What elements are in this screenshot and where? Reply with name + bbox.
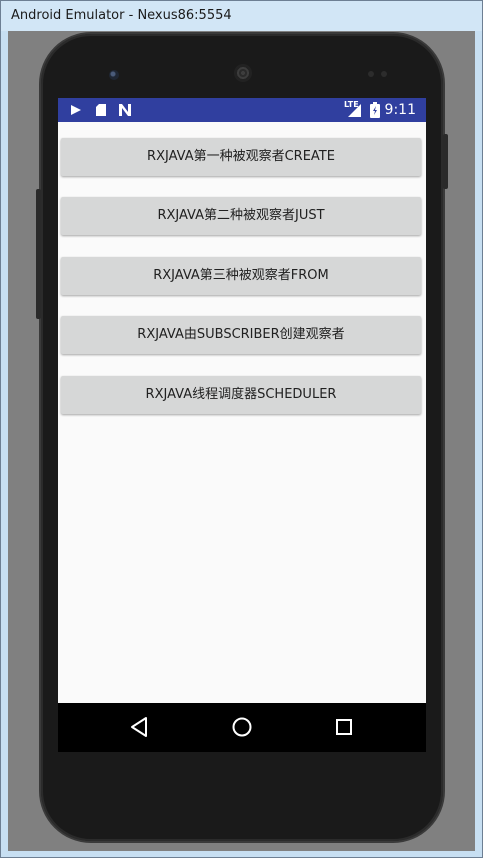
create-observable-button[interactable]: RXJAVA第一种被观察者CREATE — [61, 138, 421, 176]
navigation-bar — [58, 703, 426, 752]
status-time: 9:11 — [384, 102, 416, 118]
play-icon — [71, 105, 81, 115]
just-observable-button[interactable]: RXJAVA第二种被观察者JUST — [61, 197, 421, 235]
sd-card-icon — [96, 104, 106, 116]
from-observable-button[interactable]: RXJAVA第三种被观察者FROM — [61, 257, 421, 295]
emulator-client-area: LTE 9:11 RXJAVA第一种被观察者CREATE RXJAVA第二种被观… — [8, 31, 475, 851]
status-bar: LTE 9:11 — [58, 98, 426, 122]
proximity-sensor-icon — [368, 71, 374, 77]
n-notification-icon — [119, 104, 131, 116]
signal-icon — [348, 104, 361, 117]
front-camera-icon — [109, 70, 119, 80]
back-icon[interactable] — [128, 715, 152, 739]
power-button[interactable] — [443, 134, 448, 189]
recents-icon[interactable] — [332, 715, 356, 739]
subscriber-observer-button[interactable]: RXJAVA由SUBSCRIBER创建观察者 — [61, 316, 421, 354]
home-icon[interactable] — [230, 715, 254, 739]
window-title: Android Emulator - Nexus86:5554 — [1, 1, 482, 31]
scheduler-button[interactable]: RXJAVA线程调度器SCHEDULER — [61, 376, 421, 414]
earpiece-speaker-icon — [234, 64, 252, 82]
light-sensor-icon — [381, 71, 387, 77]
device-screen: LTE 9:11 RXJAVA第一种被观察者CREATE RXJAVA第二种被观… — [58, 98, 426, 752]
emulator-window: Android Emulator - Nexus86:5554 LTE 9:11… — [0, 0, 483, 858]
battery-icon — [370, 102, 380, 118]
device-frame: LTE 9:11 RXJAVA第一种被观察者CREATE RXJAVA第二种被观… — [36, 34, 448, 841]
volume-button[interactable] — [36, 189, 41, 319]
